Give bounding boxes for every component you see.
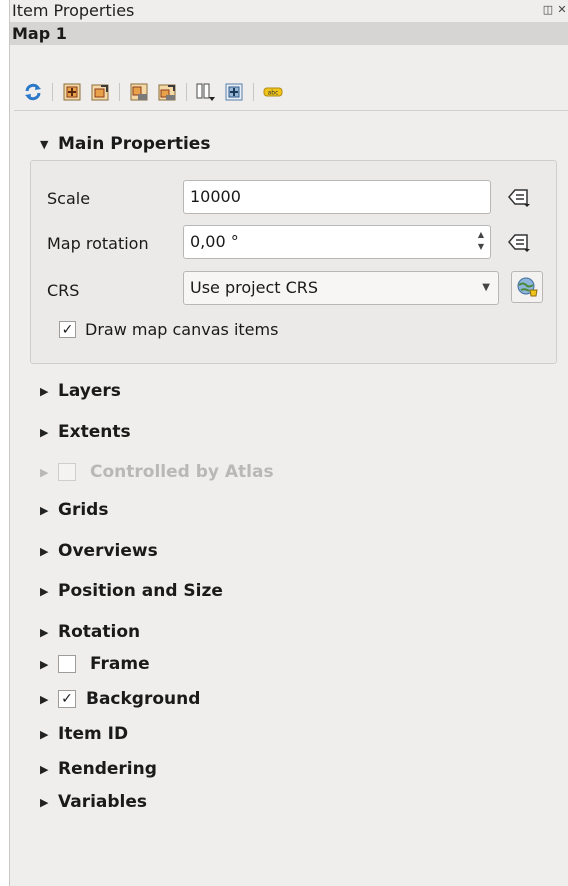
section-layers[interactable]: ▶ Layers [40, 378, 121, 404]
item-properties-panel: Item Properties ◫ ✕ Map 1 abc ▼ Main Pro… [10, 0, 568, 886]
data-defined-override-icon[interactable] [503, 227, 533, 257]
draw-canvas-items-checkbox[interactable]: ✓ Draw map canvas items [59, 320, 278, 339]
section-title: Frame [90, 654, 150, 674]
section-position-and-size[interactable]: ▶ Position and Size [40, 578, 223, 604]
section-frame[interactable]: ▶ Frame [40, 651, 150, 677]
crs-value: Use project CRS [190, 278, 319, 297]
map-rotation-spinbox[interactable]: 0,00 ° ▲ ▼ [183, 225, 491, 259]
dock-title-text: Item Properties [12, 1, 135, 20]
section-title: Overviews [58, 541, 158, 561]
chevron-down-icon: ▼ [482, 282, 490, 293]
globe-icon [517, 277, 538, 297]
section-title: Rendering [58, 759, 157, 779]
draw-canvas-items-label: Draw map canvas items [85, 320, 279, 339]
checkbox[interactable]: ✓ [58, 690, 76, 708]
set-to-atlas-icon[interactable] [223, 81, 245, 103]
spin-up-icon[interactable]: ▲ [474, 229, 488, 241]
set-scale-to-canvas-icon[interactable] [128, 81, 150, 103]
check-icon: ✓ [61, 322, 74, 338]
section-main-properties[interactable]: ▼ Main Properties [40, 131, 210, 157]
section-rotation[interactable]: ▶ Rotation [40, 619, 140, 645]
checkbox[interactable]: ✓ [59, 321, 76, 338]
collapsed-icon: ▶ [40, 503, 49, 517]
collapsed-icon: ▶ [40, 465, 49, 479]
set-extent-to-canvas-icon[interactable] [61, 81, 83, 103]
label-settings-icon[interactable]: abc [262, 81, 284, 103]
checkbox[interactable] [58, 655, 76, 673]
section-title: Rotation [58, 622, 141, 642]
collapsed-icon: ▶ [40, 544, 49, 558]
section-title: Layers [58, 381, 121, 401]
scale-value: 10000 [190, 187, 241, 206]
expanded-icon: ▼ [40, 137, 49, 151]
main-properties-box: Scale 10000 Map rotation 0,00 ° ▲ ▼ CRS … [30, 160, 557, 364]
section-grids[interactable]: ▶ Grids [40, 497, 108, 523]
map-rotation-label: Map rotation [47, 234, 149, 253]
dock-title: Item Properties [10, 0, 568, 22]
collapsed-icon: ▶ [40, 657, 49, 671]
left-canvas-edge [0, 0, 10, 886]
collapsed-icon: ▶ [40, 692, 49, 706]
collapsed-icon: ▶ [40, 425, 49, 439]
collapsed-icon: ▶ [40, 584, 49, 598]
map-toolbar: abc [10, 78, 568, 106]
scale-label: Scale [47, 189, 91, 208]
section-controlled-by-atlas: ▶ Controlled by Atlas [40, 459, 274, 485]
collapsed-icon: ▶ [40, 727, 49, 741]
scale-input[interactable]: 10000 [183, 180, 491, 214]
view-scale-in-canvas-icon[interactable] [156, 81, 178, 103]
section-title: Background [86, 689, 201, 709]
section-item-id[interactable]: ▶ Item ID [40, 721, 128, 747]
item-name: Map 1 [12, 24, 67, 43]
section-title: Variables [58, 792, 148, 812]
toolbar-separator [119, 83, 120, 101]
close-icon[interactable]: ✕ [556, 4, 568, 16]
section-title: Grids [58, 500, 109, 520]
section-variables[interactable]: ▶ Variables [40, 789, 147, 815]
float-icon[interactable]: ◫ [542, 4, 554, 16]
section-rendering[interactable]: ▶ Rendering [40, 756, 157, 782]
spin-buttons[interactable]: ▲ ▼ [474, 229, 488, 255]
crs-selector-button[interactable] [511, 271, 543, 303]
item-name-header: Map 1 [10, 22, 568, 45]
section-title: Extents [58, 422, 131, 442]
section-title: Controlled by Atlas [90, 462, 274, 482]
spin-down-icon[interactable]: ▼ [474, 241, 488, 253]
map-rotation-value: 0,00 ° [190, 232, 239, 251]
checkbox [58, 463, 76, 481]
toolbar-separator [186, 83, 187, 101]
view-extent-in-canvas-icon[interactable] [89, 81, 111, 103]
bookmarks-icon[interactable] [195, 81, 217, 103]
crs-label: CRS [47, 281, 80, 300]
section-title: Item ID [58, 724, 129, 744]
toolbar-separator [52, 83, 53, 101]
toolbar-separator [253, 83, 254, 101]
refresh-icon[interactable] [22, 81, 44, 103]
section-title: Position and Size [58, 581, 223, 601]
data-defined-override-icon[interactable] [503, 182, 533, 212]
section-extents[interactable]: ▶ Extents [40, 419, 131, 445]
collapsed-icon: ▶ [40, 795, 49, 809]
collapsed-icon: ▶ [40, 625, 49, 639]
section-overviews[interactable]: ▶ Overviews [40, 538, 158, 564]
section-background[interactable]: ▶ ✓ Background [40, 686, 200, 712]
collapsed-icon: ▶ [40, 762, 49, 776]
section-title: Main Properties [58, 134, 211, 154]
check-icon: ✓ [61, 691, 73, 707]
svg-text:abc: abc [268, 90, 279, 97]
crs-select[interactable]: Use project CRS ▼ [183, 271, 499, 305]
collapsed-icon: ▶ [40, 384, 49, 398]
dock-buttons: ◫ ✕ [542, 4, 568, 18]
